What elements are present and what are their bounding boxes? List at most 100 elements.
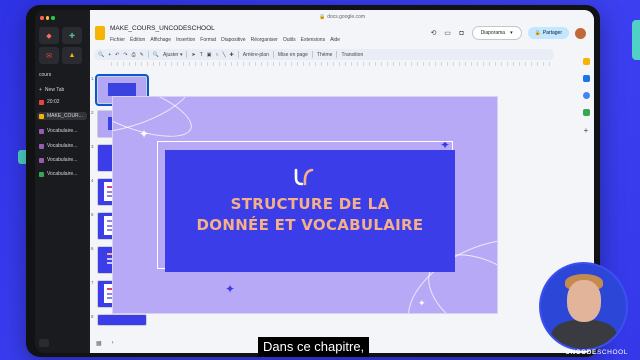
keep-icon[interactable]	[582, 58, 590, 65]
pinned-tab-gmail[interactable]: ✉	[39, 47, 59, 64]
minimize-window-button[interactable]	[45, 16, 49, 20]
select-tool-icon[interactable]: ➤	[191, 52, 195, 58]
pinned-tab-figma[interactable]: ◆	[39, 27, 59, 44]
share-button[interactable]: 🔒 Partager	[527, 27, 569, 39]
doc-title[interactable]: MAKE_COURS_UNCODESCHOOL	[110, 25, 215, 32]
sidebar-tab-make-cours[interactable]: MAKE_COUR...	[37, 112, 87, 120]
laptop-frame: ◆ ✚ ✉ ▲ cours + New Tab 20:02 MAKE_COUR.…	[26, 5, 600, 357]
history-icon[interactable]: ⟲	[430, 29, 438, 37]
contacts-icon[interactable]	[582, 92, 590, 99]
thumbnail-panel	[108, 83, 136, 96]
header-actions: ⟲ ▭ ◘ Diaporama ▾ 🔒 Partager	[430, 26, 586, 40]
sidebar-tab-vocabulaire-3[interactable]: Vocabulaire...	[39, 157, 85, 163]
uncodeschool-logo-icon	[294, 168, 314, 186]
slides-icon	[39, 113, 44, 119]
menu-extensions[interactable]: Extensions	[301, 37, 325, 43]
zoom-fit-dropdown[interactable]: Ajuster ▾	[163, 52, 182, 58]
theme-button[interactable]: Thème	[317, 52, 333, 58]
thumbnail-preview	[97, 314, 147, 326]
sidebar-tab-vocabulaire-2[interactable]: Vocabulaire...	[39, 143, 85, 149]
pinned-tab-app[interactable]: ✚	[62, 27, 82, 44]
redo-icon[interactable]: ↷	[123, 52, 127, 58]
grid-view-icon[interactable]: ▦	[96, 340, 102, 347]
library-button[interactable]	[39, 339, 49, 347]
toolbar: 🔍 + ↶ ↷ ⎙ ✎ 🔍 Ajuster ▾ ➤ T ▣ ○ ╲ ✚ Arri…	[94, 49, 554, 60]
pinned-tab-drive[interactable]: ▲	[62, 47, 82, 64]
layout-button[interactable]: Mise en page	[278, 52, 308, 58]
timer-icon	[39, 99, 44, 105]
menu-diapositive[interactable]: Diapositive	[221, 37, 245, 43]
divider	[186, 51, 188, 58]
page-icon	[39, 143, 44, 149]
doc-header: MAKE_COURS_UNCODESCHOOL Fichier Édition …	[90, 22, 594, 48]
brand-wordmark: UNCODESCHOOL	[565, 349, 628, 356]
tab-label: Vocabulaire...	[47, 128, 78, 134]
paint-format-icon[interactable]: ✎	[140, 52, 144, 58]
menu-affichage[interactable]: Affichage	[150, 37, 171, 43]
slide-canvas[interactable]: ✦ ✦ ✦ ✦ STRUCTURE DE LA DONNÉE ET VOCABU…	[113, 97, 497, 313]
divider	[237, 51, 239, 58]
sparkle-icon: ✦	[418, 298, 426, 308]
search-menus-icon[interactable]: 🔍	[98, 52, 104, 58]
tasks-icon[interactable]	[582, 75, 590, 82]
decorative-bar	[632, 20, 640, 60]
divider	[311, 51, 313, 58]
space-name: cours	[39, 72, 52, 78]
chevron-down-icon: ▾	[510, 30, 513, 36]
divider	[272, 51, 274, 58]
plus-icon: +	[39, 87, 42, 93]
gmail-icon: ✉	[46, 52, 52, 60]
diaporama-button[interactable]: Diaporama ▾	[471, 26, 522, 40]
menu-fichier[interactable]: Fichier	[110, 37, 125, 43]
timer-label: 20:02	[47, 99, 60, 105]
menu-format[interactable]: Format	[200, 37, 216, 43]
timer-tab[interactable]: 20:02	[39, 99, 85, 105]
comment-add-icon[interactable]: ✚	[230, 52, 234, 58]
tab-label: MAKE_COUR...	[47, 113, 83, 119]
menu-reorganiser[interactable]: Réorganiser	[251, 37, 278, 43]
presenter-body	[551, 320, 617, 349]
drive-icon: ▲	[68, 52, 76, 59]
slide-number: 1	[91, 76, 94, 81]
line-icon[interactable]: ╲	[223, 52, 226, 58]
maximize-window-button[interactable]	[51, 16, 55, 20]
slides-logo-icon[interactable]	[95, 26, 105, 40]
undo-icon[interactable]: ↶	[115, 52, 119, 58]
add-addon-icon[interactable]: +	[584, 126, 589, 135]
collapse-filmstrip-icon[interactable]: ‹	[112, 340, 114, 347]
menu-aide[interactable]: Aide	[330, 37, 340, 43]
slide-thumbnail-8[interactable]: 8	[91, 314, 147, 326]
page-icon	[39, 157, 44, 163]
print-icon[interactable]: ⎙	[132, 52, 136, 58]
transition-button[interactable]: Transition	[341, 52, 363, 58]
account-avatar[interactable]	[575, 27, 586, 39]
sidebar-tab-vocabulaire-4[interactable]: Vocabulaire...	[39, 171, 85, 177]
new-tab-label: New Tab	[44, 87, 65, 93]
close-window-button[interactable]	[40, 16, 44, 20]
sidebar-tab-vocabulaire-1[interactable]: Vocabulaire...	[39, 128, 85, 134]
maps-icon[interactable]	[582, 109, 590, 116]
shape-icon[interactable]: ○	[215, 52, 218, 58]
lock-icon: 🔒	[534, 30, 541, 36]
background-button[interactable]: Arrière-plan	[243, 52, 269, 58]
filmstrip-controls: ▦ ‹	[96, 340, 114, 347]
slide-number: 8	[91, 314, 94, 319]
image-icon[interactable]: ▣	[207, 52, 212, 58]
text-box-icon[interactable]: T	[200, 52, 203, 58]
comment-icon[interactable]: ▭	[444, 29, 452, 37]
fit-label: Ajuster	[163, 51, 179, 58]
brand-school: SCHOOL	[596, 349, 628, 356]
horizontal-ruler	[111, 62, 554, 66]
menu-edition[interactable]: Édition	[130, 37, 145, 43]
add-slide-icon[interactable]: +	[108, 52, 111, 58]
camera-icon[interactable]: ◘	[458, 29, 466, 37]
share-label: Partager	[542, 30, 562, 36]
video-subtitle: Dans ce chapitre,	[258, 337, 370, 357]
zoom-icon[interactable]: 🔍	[153, 52, 159, 58]
menu-outils[interactable]: Outils	[283, 37, 296, 43]
slide-number: 2	[91, 110, 94, 115]
slide-title-line-1: STRUCTURE DE LA	[230, 195, 390, 213]
new-tab-button[interactable]: + New Tab	[39, 87, 85, 93]
sheets-icon	[39, 171, 44, 177]
menu-insertion[interactable]: Insertion	[176, 37, 195, 43]
